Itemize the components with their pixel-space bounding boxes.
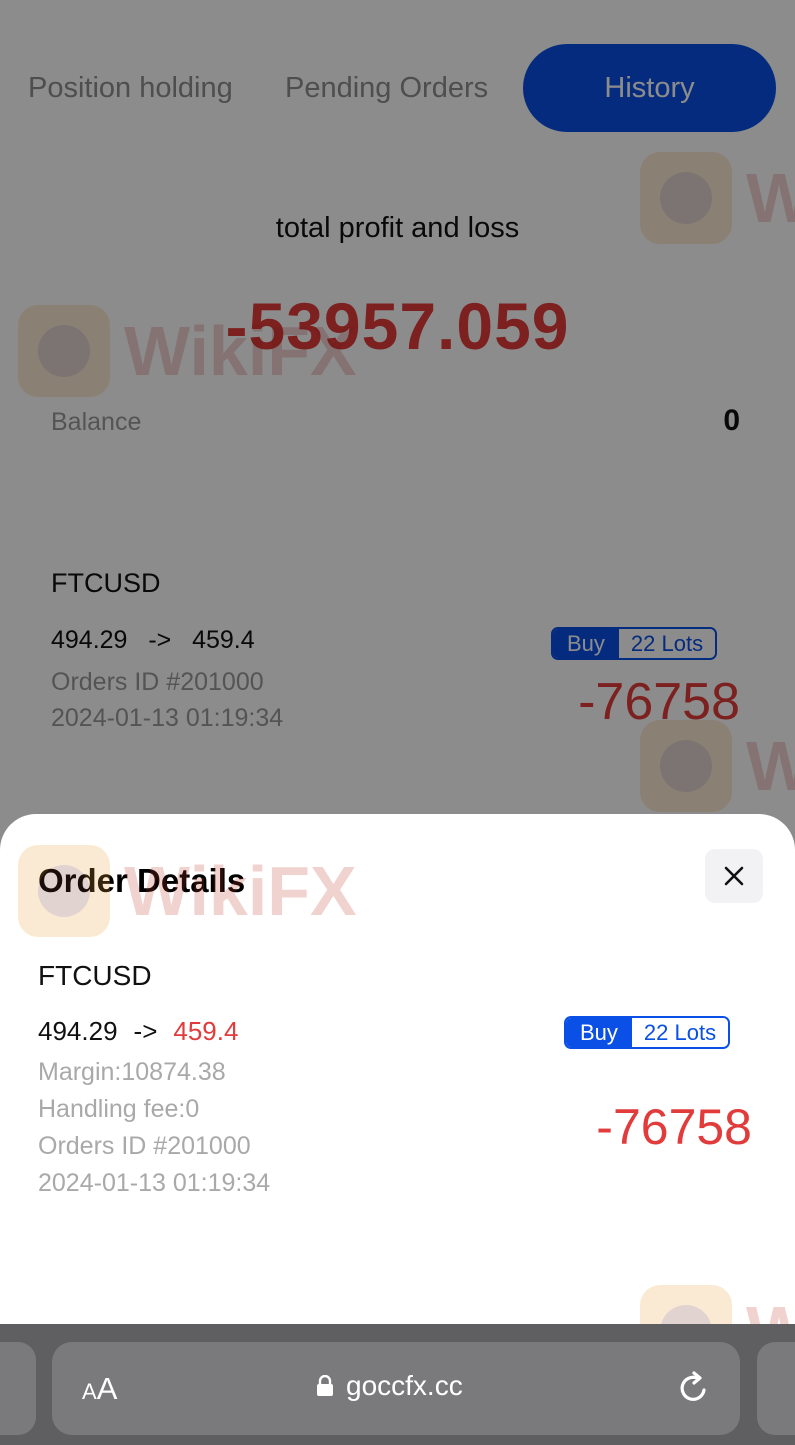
detail-margin: Margin:10874.38 — [38, 1058, 226, 1086]
next-tab-pill[interactable] — [757, 1342, 795, 1435]
detail-datetime: 2024-01-13 01:19:34 — [38, 1169, 271, 1197]
detail-side: Buy — [566, 1018, 632, 1047]
detail-open-price: 494.29 — [38, 1016, 118, 1046]
close-button[interactable] — [705, 849, 763, 903]
close-icon — [724, 866, 744, 886]
detail-arrow: -> — [133, 1016, 158, 1046]
address-bar[interactable]: AA goccfx.cc — [52, 1342, 740, 1435]
url-display[interactable]: goccfx.cc — [316, 1370, 463, 1402]
detail-prices: 494.29 -> 459.4 — [38, 1016, 238, 1047]
order-details-sheet: Order Details FTCUSD 494.29 -> 459.4 Buy 2… — [0, 814, 795, 1334]
detail-close-price: 459.4 — [173, 1016, 239, 1046]
url-text: goccfx.cc — [346, 1370, 463, 1401]
previous-tab-pill[interactable] — [0, 1342, 36, 1435]
detail-order-id: Orders ID #201000 — [38, 1132, 251, 1160]
sheet-title: Order Details — [38, 862, 246, 899]
detail-side-badge: Buy 22 Lots — [564, 1016, 731, 1049]
browser-toolbar: AA goccfx.cc — [0, 1324, 795, 1445]
detail-pnl: -76758 — [596, 1099, 752, 1155]
detail-symbol: FTCUSD — [38, 960, 152, 991]
detail-handling-fee: Handling fee:0 — [38, 1095, 200, 1123]
detail-lots: 22 Lots — [631, 1018, 729, 1047]
lock-icon — [317, 1375, 333, 1396]
text-size-button[interactable]: AA — [82, 1371, 117, 1407]
reload-icon[interactable] — [677, 1370, 711, 1406]
